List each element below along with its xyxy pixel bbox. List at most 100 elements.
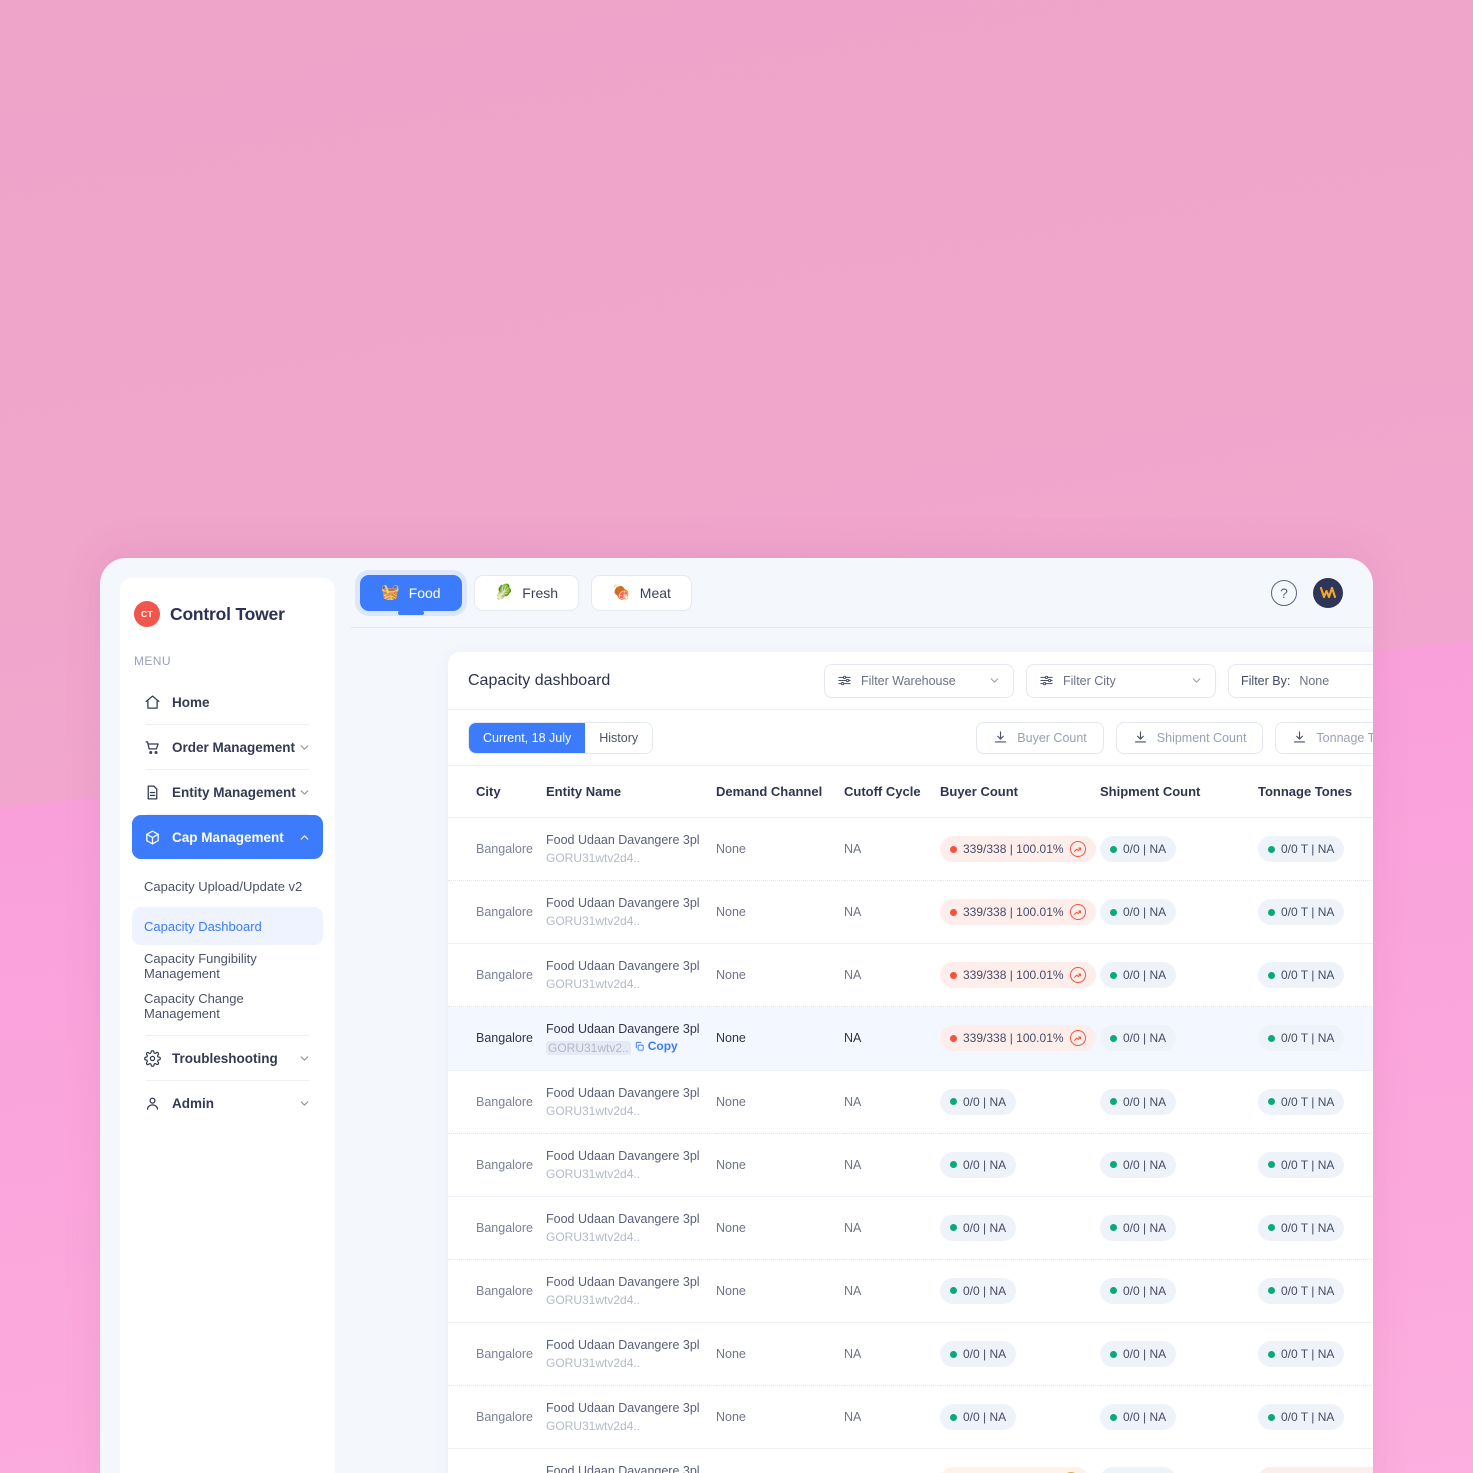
table-row[interactable]: BangaloreFood Udaan Davangere 3plGORU31w… <box>448 1259 1373 1323</box>
column-header-shipment-count[interactable]: Shipment Count <box>1100 766 1258 818</box>
table-row[interactable]: BangaloreFood Udaan Davangere 3plGORU31w… <box>448 944 1373 1007</box>
sidebar-item-home[interactable]: Home <box>132 680 323 724</box>
badge-value: 0/0 | NA <box>963 1283 1007 1298</box>
sidebar-item-entity-management[interactable]: Entity Management <box>132 770 323 814</box>
export-tonnage-tones-button[interactable]: Tonnage Tones <box>1275 721 1373 754</box>
entity-name-value: Food Udaan Davangere 3pl <box>546 1274 700 1289</box>
filter-bar: Filter Warehouse Filter City Filter By: … <box>824 663 1373 698</box>
badge-value: 0/0 | NA <box>963 1157 1007 1172</box>
cell-demand-channel: None <box>716 944 844 1007</box>
cell-shipment-count: 0/0 | NA <box>1100 1323 1258 1386</box>
cell-demand-channel: None <box>716 1007 844 1070</box>
buyer-count-badge: 339/338 | 100.01% <box>940 1025 1096 1052</box>
sidebar-subitem-capacity-upload-update-v2[interactable]: Capacity Upload/Update v2 <box>132 867 323 905</box>
gear-icon <box>144 1049 164 1067</box>
column-header-buyer-count[interactable]: Buyer Count <box>940 766 1100 818</box>
tab-meat[interactable]: 🍖 Meat <box>591 574 692 611</box>
filter-sliders-icon <box>837 673 852 688</box>
status-dot-icon <box>950 1350 957 1358</box>
sidebar-subitems: Capacity Upload/Update v2 Capacity Dashb… <box>132 867 323 1025</box>
city-value: Bangalore <box>476 842 533 857</box>
sidebar-subitem-label: Capacity Upload/Update v2 <box>144 878 303 894</box>
cell-entity-name: Food Udaan Davangere 3pl GORU31wtv2.. Copy <box>546 1007 716 1070</box>
filter-by-dropdown[interactable]: Filter By: None <box>1228 663 1373 698</box>
cell-tonnage-tones: 0/0 T | NA <box>1258 1196 1373 1259</box>
shipment-count-badge: 0/0 | NA <box>1100 1467 1177 1473</box>
shipment-count-badge: 0/0 | NA <box>1100 1341 1177 1368</box>
sidebar: CT Control Tower MENU Home Order Managem… <box>120 578 335 1473</box>
table-row[interactable]: Bangalore Food Udaan Davangere 3plGORU31w… <box>448 1070 1373 1134</box>
cell-buyer-count: 0/0 | NA <box>940 1386 1100 1449</box>
entity-id-row: GORU31wtv2d4.. <box>546 1102 708 1120</box>
column-header-tonnage-tones[interactable]: Tonnage Tones <box>1258 766 1373 818</box>
sidebar-subitem-capacity-fungibility-management[interactable]: Capacity Fungibility Management <box>132 947 323 985</box>
table-row[interactable]: BangaloreFood Udaan Davangere 3plGORU31w… <box>448 818 1373 881</box>
copy-button[interactable]: Copy <box>634 1039 678 1053</box>
help-icon[interactable]: ? <box>1271 579 1297 606</box>
tab-fresh[interactable]: 🥬 Fresh <box>473 574 580 611</box>
sidebar-subitem-capacity-change-management[interactable]: Capacity Change Management <box>132 987 323 1025</box>
filter-city-dropdown[interactable]: Filter City <box>1026 663 1216 698</box>
entity-id-value: GORU31wtv2.. <box>546 1040 631 1055</box>
table-row[interactable]: BangaloreFood Udaan Davangere 3plGORU31w… <box>448 1323 1373 1386</box>
table-row[interactable]: BangaloreFood Udaan Davangere 3plGORU31w… <box>448 1449 1373 1473</box>
export-buyer-count-button[interactable]: Buyer Count <box>976 721 1104 754</box>
app-window: CT Control Tower MENU Home Order Managem… <box>100 558 1373 1473</box>
table-row[interactable]: BangaloreFood Udaan Davangere 3plGORU31w… <box>448 881 1373 944</box>
demand-channel-value: None <box>716 1347 746 1362</box>
shipment-count-badge: 0/0 | NA <box>1100 1025 1177 1052</box>
sidebar-subitem-capacity-dashboard[interactable]: Capacity Dashboard <box>132 907 323 945</box>
cell-cutoff-cycle: NA <box>844 1007 940 1070</box>
city-value: Bangalore <box>476 1220 533 1235</box>
sidebar-item-troubleshooting[interactable]: Troubleshooting <box>132 1036 323 1080</box>
tab-food[interactable]: 🧺 Food <box>360 574 462 611</box>
demand-channel-value: None <box>716 968 746 983</box>
city-value: Bangalore <box>476 1094 533 1109</box>
status-dot-icon <box>950 1224 957 1232</box>
sidebar-item-admin[interactable]: Admin <box>132 1081 323 1125</box>
export-shipment-count-button[interactable]: Shipment Count <box>1115 721 1264 754</box>
entity-id-value: GORU31wtv2d4.. <box>546 1229 641 1244</box>
sidebar-item-label: Troubleshooting <box>172 1050 278 1066</box>
chevron-up-icon <box>298 831 311 844</box>
filter-by-prefix: Filter By: <box>1241 673 1291 688</box>
topbar: 🧺 Food 🥬 Fresh 🍖 Meat ? <box>350 558 1373 628</box>
column-header-demand-channel[interactable]: Demand Channel <box>716 766 844 818</box>
cell-cutoff-cycle: NA <box>844 944 940 1007</box>
badge-value: 0/0 | NA <box>1123 1220 1167 1235</box>
period-history-button[interactable]: History <box>585 722 653 753</box>
shipment-count-badge: 0/0 | NA <box>1100 899 1177 926</box>
filter-warehouse-dropdown[interactable]: Filter Warehouse <box>824 663 1014 698</box>
download-icon <box>1292 730 1307 745</box>
period-current-button[interactable]: Current, 18 July <box>469 722 586 753</box>
page-title: Capacity dashboard <box>468 671 611 689</box>
shipment-count-badge: 0/0 | NA <box>1100 1404 1177 1431</box>
cell-tonnage-tones: 0/0 T | NA <box>1258 1259 1373 1322</box>
cell-demand-channel: None <box>716 1259 844 1322</box>
table-row[interactable]: BangaloreFood Udaan Davangere 3plGORU31w… <box>448 1133 1373 1197</box>
menu-section-label: MENU <box>134 654 171 668</box>
badge-value: 0/0 T | NA <box>1281 1347 1335 1362</box>
cell-entity-name: Food Udaan Davangere 3pl GORU31wtv2d4.. <box>546 1070 716 1133</box>
trend-up-icon <box>1069 1030 1086 1047</box>
column-header-city[interactable]: City <box>448 766 546 818</box>
column-header-entity-name[interactable]: Entity Name <box>546 766 716 818</box>
cell-shipment-count: 0/0 | NA <box>1100 944 1258 1007</box>
sidebar-item-order-management[interactable]: Order Management <box>132 725 323 769</box>
entity-id-value: GORU31wtv2d4.. <box>546 851 641 866</box>
tonnage-tones-badge: 0/0 T | NA <box>1258 962 1345 989</box>
sidebar-item-cap-management[interactable]: Cap Management <box>132 815 323 859</box>
city-value: Bangalore <box>476 1347 533 1362</box>
column-header-cutoff-cycle[interactable]: Cutoff Cycle <box>844 766 940 818</box>
shipment-count-badge: 0/0 | NA <box>1100 836 1177 863</box>
table-row[interactable]: BangaloreFood Udaan Davangere 3plGORU31w… <box>448 1386 1373 1449</box>
buyer-count-badge: 273/338 | 80.77% <box>940 1467 1089 1473</box>
demand-channel-value: None <box>716 1283 746 1298</box>
demand-channel-value: None <box>716 842 746 857</box>
city-value: Bangalore <box>476 1410 533 1425</box>
table-row[interactable]: BangaloreFood Udaan Davangere 3plGORU31w… <box>448 1006 1373 1070</box>
avatar[interactable] <box>1313 577 1343 608</box>
avatar-logo-icon <box>1319 586 1336 599</box>
table-row[interactable]: BangaloreFood Udaan Davangere 3plGORU31w… <box>448 1196 1373 1260</box>
cell-shipment-count: 0/0 | NA <box>1100 1259 1258 1322</box>
